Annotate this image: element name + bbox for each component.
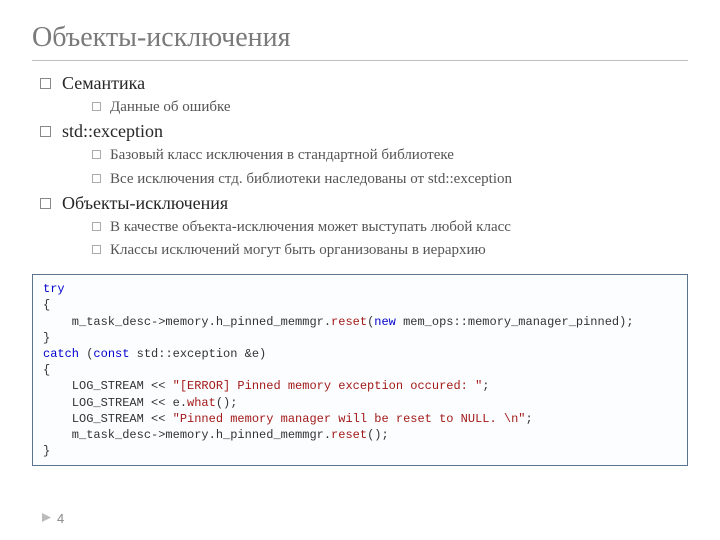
slide: Объекты-исключения Семантика Данные об о… <box>0 0 720 540</box>
subbullet-item: Все исключения стд. библиотеки наследова… <box>92 169 688 189</box>
page-number: 4 <box>42 511 64 526</box>
code-text: LOG_STREAM << <box>43 379 173 393</box>
bullet-list: Семантика Данные об ошибке std::exceptio… <box>32 73 688 260</box>
code-text: ; <box>482 379 489 393</box>
code-text: ; <box>525 412 532 426</box>
bullet-text: Семантика <box>62 73 145 93</box>
code-kw: catch <box>43 347 79 361</box>
code-method: reset <box>331 315 367 329</box>
code-method: what <box>187 396 216 410</box>
code-text: } <box>43 444 50 458</box>
code-text: } <box>43 331 50 345</box>
subbullet-list: Данные об ошибке <box>62 97 688 117</box>
bullet-item: Семантика Данные об ошибке <box>40 73 688 117</box>
code-string: "[ERROR] Pinned memory exception occured… <box>173 379 483 393</box>
code-text: LOG_STREAM << <box>43 412 173 426</box>
bullet-text: std::exception <box>62 121 163 141</box>
subbullet-item: Базовый класс исключения в стандартной б… <box>92 145 688 165</box>
subbullet-item: Классы исключений могут быть организован… <box>92 240 688 260</box>
code-kw: try <box>43 282 65 296</box>
bullet-item: Объекты-исключения В качестве объекта-ис… <box>40 193 688 261</box>
code-kw: const <box>93 347 129 361</box>
slide-title: Объекты-исключения <box>32 22 688 61</box>
page-number-text: 4 <box>57 511 64 526</box>
subbullet-item: Данные об ошибке <box>92 97 688 117</box>
code-text: std::exception &e) <box>129 347 266 361</box>
bullet-text: Объекты-исключения <box>62 193 228 213</box>
subbullet-item: В качестве объекта-исключения может выст… <box>92 217 688 237</box>
code-text: LOG_STREAM << e. <box>43 396 187 410</box>
subbullet-list: Базовый класс исключения в стандартной б… <box>62 145 688 189</box>
subbullet-list: В качестве объекта-исключения может выст… <box>62 217 688 261</box>
code-text: { <box>43 363 50 377</box>
arrow-icon <box>42 513 51 522</box>
code-text: ( <box>79 347 93 361</box>
code-text: mem_ops::memory_manager_pinned); <box>396 315 634 329</box>
code-text: { <box>43 298 50 312</box>
code-string: "Pinned memory manager will be reset to … <box>173 412 526 426</box>
code-text: (); <box>216 396 238 410</box>
code-text: (); <box>367 428 389 442</box>
code-kw: new <box>374 315 396 329</box>
bullet-item: std::exception Базовый класс исключения … <box>40 121 688 189</box>
code-block: try { m_task_desc->memory.h_pinned_memmg… <box>32 274 688 466</box>
code-text: m_task_desc->memory.h_pinned_memmgr. <box>43 428 331 442</box>
code-method: reset <box>331 428 367 442</box>
code-text: m_task_desc->memory.h_pinned_memmgr. <box>43 315 331 329</box>
